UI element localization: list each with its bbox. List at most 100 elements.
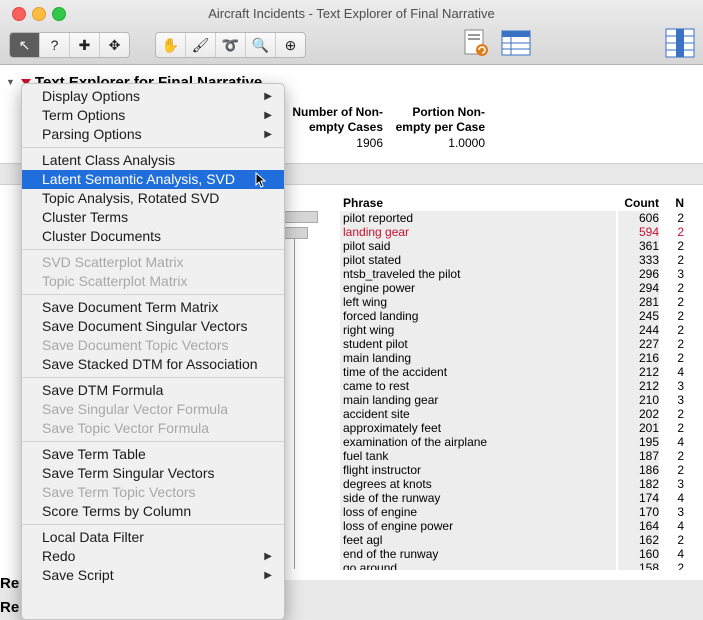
phrase-table: Phrase Count N pilot reported 606 2 landing…: [340, 195, 688, 570]
phrase-cell: examination of the airplane: [343, 435, 615, 449]
graph-tools: ✋ 🖌 ➰ 🔍 ⊕: [155, 32, 306, 58]
menu-item-label: Save DTM Formula: [42, 382, 164, 398]
phrase-row[interactable]: pilot reported 606 2: [340, 211, 688, 225]
menu-item-latent-class-analysis[interactable]: Latent Class Analysis: [22, 151, 284, 170]
phrase-row[interactable]: loss of engine power 164 4: [340, 519, 688, 533]
n-cell: 2: [677, 533, 684, 547]
disclosure-triangle-icon[interactable]: ▼: [6, 77, 15, 87]
phrase-row[interactable]: engine power 294 2: [340, 281, 688, 295]
menu-item-save-stacked-dtm-for-association[interactable]: Save Stacked DTM for Association: [22, 355, 284, 374]
phrase-row[interactable]: main landing 216 2: [340, 351, 688, 365]
phrase-row[interactable]: side of the runway 174 4: [340, 491, 688, 505]
help-tool-icon[interactable]: ?: [40, 33, 70, 57]
count-cell: 333: [618, 253, 659, 267]
phrase-row[interactable]: main landing gear 210 3: [340, 393, 688, 407]
menu-item-term-options[interactable]: Term Options ▶: [22, 106, 284, 125]
n-cell: 2: [677, 295, 684, 309]
phrase-cell: right wing: [343, 323, 615, 337]
script-icon[interactable]: [460, 27, 492, 59]
magnifier-tool-icon[interactable]: 🔍: [246, 33, 276, 57]
phrase-cell: flight instructor: [343, 463, 615, 477]
menu-item-label: SVD Scatterplot Matrix: [42, 254, 184, 270]
menu-item-redo[interactable]: Redo ▶: [22, 547, 284, 566]
count-cell: 182: [618, 477, 659, 491]
red-triangle-popup-menu: Display Options ▶ Term Options ▶ Parsing Opt…: [21, 83, 285, 620]
phrase-row[interactable]: student pilot 227 2: [340, 337, 688, 351]
phrase-cell: loss of engine: [343, 505, 615, 519]
menu-item-label: Latent Semantic Analysis, SVD: [42, 171, 235, 187]
phrase-cell: came to rest: [343, 379, 615, 393]
menu-item-save-script[interactable]: Save Script ▶: [22, 566, 284, 585]
menu-item-save-term-singular-vectors[interactable]: Save Term Singular Vectors: [22, 464, 284, 483]
menu-item-label: Save Topic Vector Formula: [42, 420, 210, 436]
phrase-row[interactable]: accident site 202 2: [340, 407, 688, 421]
phrase-cell: main landing: [343, 351, 615, 365]
phrase-row[interactable]: pilot stated 333 2: [340, 253, 688, 267]
count-cell: 227: [618, 337, 659, 351]
menu-item-display-options[interactable]: Display Options ▶: [22, 87, 284, 106]
menu-item-save-term-table[interactable]: Save Term Table: [22, 445, 284, 464]
phrase-cell: go around: [343, 561, 615, 570]
menu-item-label: Display Options: [42, 88, 141, 104]
n-cell: 2: [677, 225, 684, 239]
column-layout-icon[interactable]: [664, 27, 696, 59]
phrase-row[interactable]: flight instructor 186 2: [340, 463, 688, 477]
menu-item-label: Score Terms by Column: [42, 503, 192, 519]
phrase-row[interactable]: examination of the airplane 195 4: [340, 435, 688, 449]
phrase-cell: loss of engine power: [343, 519, 615, 533]
menu-item-save-document-term-matrix[interactable]: Save Document Term Matrix: [22, 298, 284, 317]
brush-tool-icon[interactable]: 🖌: [186, 33, 216, 57]
n-cell: 2: [677, 407, 684, 421]
phrase-row[interactable]: pilot said 361 2: [340, 239, 688, 253]
n-cell: 2: [677, 211, 684, 225]
menu-item-parsing-options[interactable]: Parsing Options ▶: [22, 125, 284, 144]
phrase-row[interactable]: forced landing 245 2: [340, 309, 688, 323]
summary-header-nonempty-cases: Number of Non-empty Cases: [292, 105, 383, 134]
phrase-row[interactable]: left wing 281 2: [340, 295, 688, 309]
lasso-tool-icon[interactable]: ➰: [216, 33, 246, 57]
n-cell: 2: [677, 449, 684, 463]
count-column-header[interactable]: Count: [618, 196, 659, 210]
arrow-tool-icon[interactable]: ↖: [10, 33, 40, 57]
data-table-icon[interactable]: [500, 27, 532, 59]
annotate-tool-icon[interactable]: ⊕: [276, 33, 305, 57]
window-title: Aircraft Incidents - Text Explorer of Fi…: [208, 6, 495, 21]
phrase-row[interactable]: fuel tank 187 2: [340, 449, 688, 463]
n-cell: 2: [677, 463, 684, 477]
phrase-row[interactable]: landing gear 594 2: [340, 225, 688, 239]
summary-value-nonempty-cases: 1906: [356, 136, 383, 150]
phrase-row[interactable]: go around 158 2: [340, 561, 688, 570]
menu-item-cluster-terms[interactable]: Cluster Terms: [22, 208, 284, 227]
n-column-header[interactable]: N: [662, 196, 684, 210]
count-cell: 162: [618, 533, 659, 547]
move-tool-icon[interactable]: ✥: [100, 33, 129, 57]
phrase-row[interactable]: degrees at knots 182 3: [340, 477, 688, 491]
n-cell: 3: [677, 393, 684, 407]
phrase-row[interactable]: end of the runway 160 4: [340, 547, 688, 561]
phrase-row[interactable]: right wing 244 2: [340, 323, 688, 337]
menu-item-score-terms-by-column[interactable]: Score Terms by Column: [22, 502, 284, 521]
phrase-row[interactable]: ntsb_traveled the pilot 296 3: [340, 267, 688, 281]
count-cell: 361: [618, 239, 659, 253]
menu-item-latent-semantic-analysis-svd[interactable]: Latent Semantic Analysis, SVD: [22, 170, 284, 189]
menu-item-save-term-topic-vectors: Save Term Topic Vectors: [22, 483, 284, 502]
phrase-row[interactable]: feet agl 162 2: [340, 533, 688, 547]
menu-item-local-data-filter[interactable]: Local Data Filter: [22, 528, 284, 547]
menu-item-save-document-singular-vectors[interactable]: Save Document Singular Vectors: [22, 317, 284, 336]
summary-value-portion-nonempty: 1.0000: [448, 136, 485, 150]
menu-item-topic-analysis-rotated-svd[interactable]: Topic Analysis, Rotated SVD: [22, 189, 284, 208]
phrase-cell: pilot reported: [343, 211, 615, 225]
phrase-cell: landing gear: [343, 225, 615, 239]
phrase-row[interactable]: came to rest 212 3: [340, 379, 688, 393]
submenu-arrow-icon: ▶: [264, 91, 272, 102]
crosshair-tool-icon[interactable]: ✚: [70, 33, 100, 57]
phrase-row[interactable]: time of the accident 212 4: [340, 365, 688, 379]
menu-item-save-dtm-formula[interactable]: Save DTM Formula: [22, 381, 284, 400]
phrase-cell: left wing: [343, 295, 615, 309]
menu-item-label: Save Stacked DTM for Association: [42, 356, 258, 372]
grabber-hand-icon[interactable]: ✋: [156, 33, 186, 57]
phrase-row[interactable]: approximately feet 201 2: [340, 421, 688, 435]
phrase-row[interactable]: loss of engine 170 3: [340, 505, 688, 519]
phrase-column-header[interactable]: Phrase: [343, 196, 383, 210]
menu-item-cluster-documents[interactable]: Cluster Documents: [22, 227, 284, 246]
